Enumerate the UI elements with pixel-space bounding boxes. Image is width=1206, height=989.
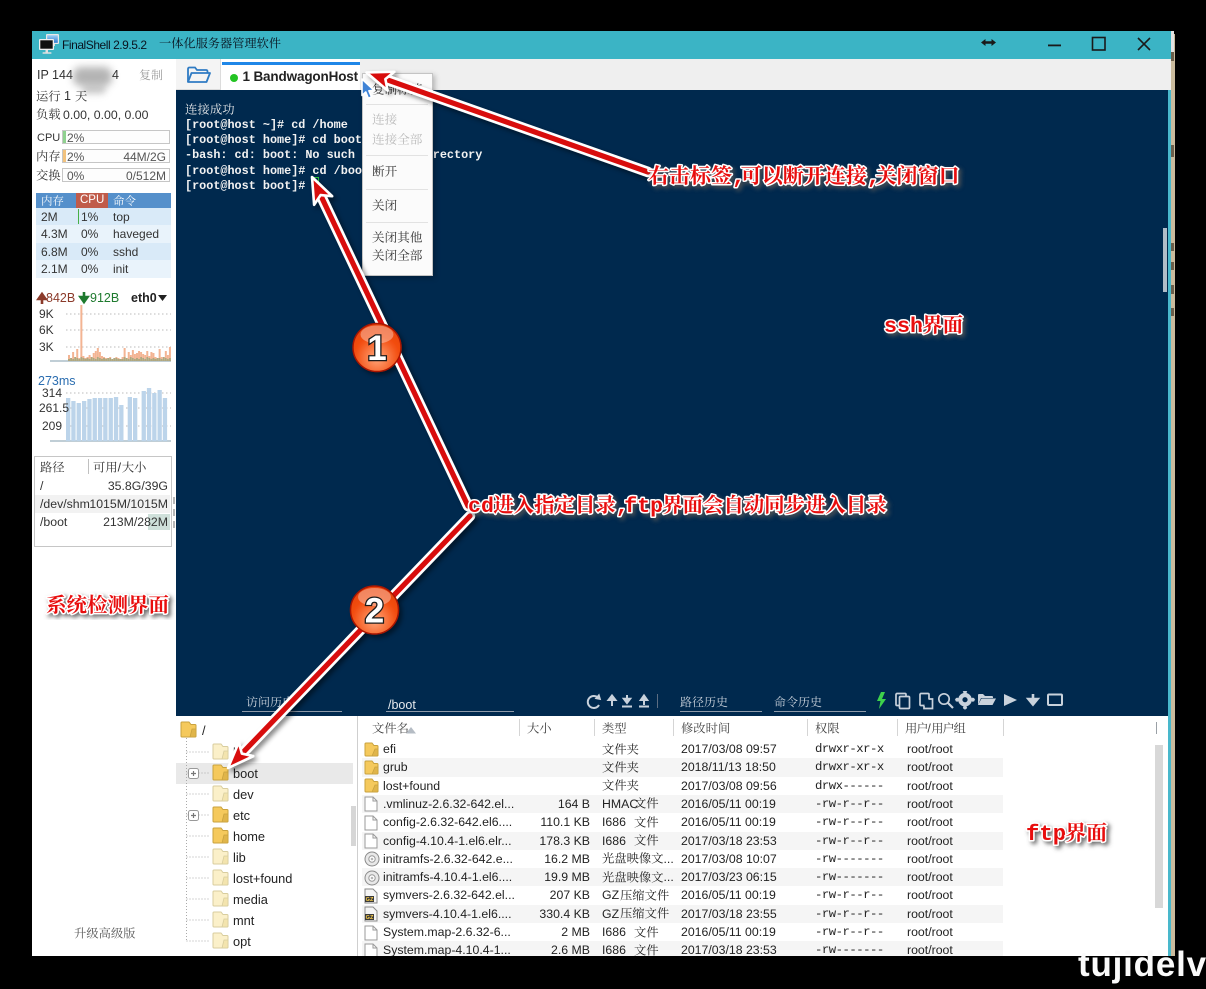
svg-text:ssh: ssh (884, 314, 923, 339)
svg-text:ftp: ftp (1026, 821, 1066, 847)
svg-text:1: 1 (367, 329, 386, 368)
svg-text:2: 2 (365, 592, 384, 631)
svg-text:ftp: ftp (624, 495, 663, 519)
svg-text:cd: cd (468, 495, 494, 519)
